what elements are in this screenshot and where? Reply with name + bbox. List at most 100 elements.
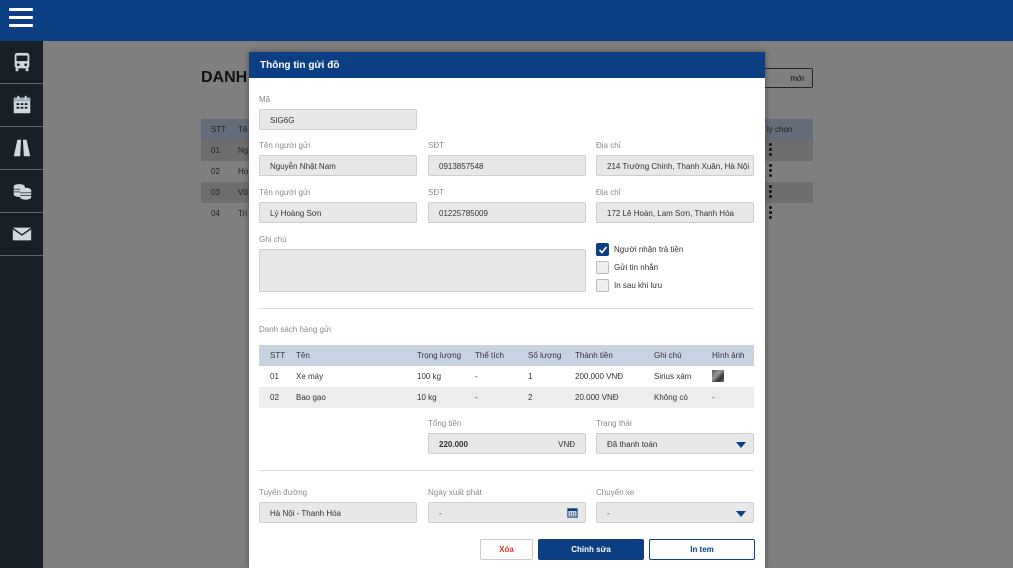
- sender-address-field[interactable]: 214 Trường Chinh, Thanh Xuân, Hà Nội: [596, 155, 754, 176]
- status-label: Trạng thái: [596, 419, 632, 428]
- page-title: DANH: [201, 69, 248, 86]
- cell-note: Không có: [654, 393, 688, 402]
- sender-name-field[interactable]: Nguyễn Nhật Nam: [259, 155, 417, 176]
- chevron-down-icon: [736, 442, 746, 448]
- bus-icon: [14, 52, 29, 72]
- row-name: Ng: [238, 146, 249, 155]
- sidebar: [0, 41, 43, 568]
- send-sms-label: Gửi tin nhắn: [614, 263, 659, 272]
- delete-button[interactable]: Xóa: [480, 539, 533, 560]
- status-value: Đã thanh toán: [607, 440, 658, 449]
- col-action: ly chọn: [767, 125, 793, 134]
- total-field[interactable]: 220.000 VNĐ: [428, 433, 586, 454]
- more-icon[interactable]: [769, 206, 772, 221]
- cell-amount: 200.000 VNĐ: [575, 372, 624, 381]
- route-label: Tuyến đường: [259, 488, 308, 497]
- top-bar: [0, 0, 1013, 41]
- row-stt: 04: [211, 209, 220, 218]
- cell-name: Xe máy: [296, 372, 324, 381]
- sender-phone-label: SĐT: [428, 141, 444, 150]
- receiver-address-field[interactable]: 172 Lê Hoàn, Lam Sơn, Thanh Hóa: [596, 202, 754, 223]
- chevron-down-icon: [736, 511, 746, 517]
- col-stt: STT: [270, 351, 286, 360]
- receiver-name-label: Tên người gửi: [259, 188, 311, 197]
- cell-note: Sirius xám: [654, 372, 692, 381]
- row-stt: 01: [211, 146, 220, 155]
- dialog-title: Thông tin gửi đồ: [249, 52, 765, 78]
- divider: [259, 308, 754, 309]
- row-name: Trị: [238, 209, 248, 218]
- row-name: Ho: [238, 167, 249, 176]
- sidebar-item-mail[interactable]: [0, 213, 43, 256]
- add-new-button[interactable]: mới: [761, 68, 813, 88]
- more-icon[interactable]: [769, 143, 772, 158]
- divider: [259, 470, 754, 471]
- goods-table-header: STT Tên Trọng lượng Thể tích Số lượng Th…: [259, 345, 754, 366]
- code-field[interactable]: SIG6G: [259, 109, 417, 130]
- print-after-save-label: In sau khi lưu: [614, 281, 663, 290]
- coins-icon: [13, 184, 31, 200]
- receiver-phone-label: SĐT: [428, 188, 444, 197]
- col-note: Ghi chú: [654, 351, 682, 360]
- note-label: Ghi chú: [259, 235, 287, 244]
- col-stt: STT: [211, 125, 227, 134]
- cell-image: -: [712, 393, 715, 402]
- trip-value: -: [607, 509, 610, 518]
- code-label: Mã: [259, 95, 271, 104]
- row-stt: 03: [211, 188, 220, 197]
- row-name: Vũ: [238, 188, 248, 197]
- status-select[interactable]: Đã thanh toán: [596, 433, 754, 454]
- sidebar-item-coins[interactable]: [0, 170, 43, 213]
- col-weight: Trọng lượng: [417, 351, 462, 360]
- road-icon: [13, 139, 30, 157]
- calendar-icon: [13, 95, 30, 114]
- col-amount: Thành tiền: [575, 351, 613, 360]
- sender-name-label: Tên người gửi: [259, 141, 311, 150]
- sidebar-item-road[interactable]: [0, 127, 43, 170]
- cell-qty: 1: [528, 372, 533, 381]
- shipment-info-dialog: Thông tin gửi đồ Mã SIG6G Tên người gửi …: [249, 52, 765, 568]
- table-row[interactable]: 01 Xe máy 100 kg - 1 200.000 VNĐ Sirius …: [259, 366, 754, 387]
- col-name: Tên: [296, 351, 310, 360]
- depart-date-label: Ngày xuất phát: [428, 488, 482, 497]
- note-textarea[interactable]: [259, 249, 586, 292]
- edit-button[interactable]: Chỉnh sửa: [538, 539, 644, 560]
- depart-date-value: -: [439, 509, 442, 518]
- total-unit: VNĐ: [558, 440, 575, 449]
- receiver-address-label: Địa chỉ: [596, 188, 621, 197]
- item-photo-thumbnail[interactable]: [712, 370, 724, 382]
- cell-stt: 01: [270, 372, 279, 381]
- more-icon[interactable]: [769, 164, 772, 179]
- route-field[interactable]: Hà Nội - Thanh Hóa: [259, 502, 417, 523]
- send-sms-checkbox[interactable]: Gửi tin nhắn: [596, 261, 658, 274]
- print-label-button[interactable]: In tem: [649, 539, 755, 560]
- depart-date-field[interactable]: -: [428, 502, 586, 523]
- sender-phone-field[interactable]: 0913857548: [428, 155, 586, 176]
- checkbox-box: [596, 261, 609, 274]
- cell-stt: 02: [270, 393, 279, 402]
- sidebar-item-calendar[interactable]: [0, 84, 43, 127]
- calendar-icon[interactable]: [567, 507, 578, 518]
- table-row[interactable]: 02 Bao gạo 10 kg - 2 20.000 VNĐ Không có…: [259, 387, 754, 408]
- total-value: 220.000: [439, 440, 468, 449]
- receiver-phone-field[interactable]: 01225785009: [428, 202, 586, 223]
- row-stt: 02: [211, 167, 220, 176]
- col-image: Hình ảnh: [712, 351, 745, 360]
- cell-weight: 10 kg: [417, 393, 437, 402]
- receiver-pays-label: Người nhận trả tiền: [614, 245, 684, 254]
- sidebar-item-bus[interactable]: [0, 41, 43, 84]
- receiver-name-field[interactable]: Lý Hoàng Sơn: [259, 202, 417, 223]
- cell-weight: 100 kg: [417, 372, 442, 381]
- col-qty: Số lượng: [528, 351, 562, 360]
- checkbox-box: [596, 279, 609, 292]
- total-label: Tổng tiền: [428, 419, 462, 428]
- trip-select[interactable]: -: [596, 502, 754, 523]
- goods-table: STT Tên Trọng lượng Thể tích Số lượng Th…: [259, 345, 754, 408]
- print-after-save-checkbox[interactable]: In sau khi lưu: [596, 279, 662, 292]
- col-volume: Thể tích: [475, 351, 504, 360]
- receiver-pays-checkbox[interactable]: Người nhận trả tiền: [596, 243, 683, 256]
- hamburger-menu-icon[interactable]: [9, 8, 33, 32]
- col-name: Tê: [238, 125, 248, 134]
- more-icon[interactable]: [769, 185, 772, 200]
- cell-name: Bao gạo: [296, 393, 326, 402]
